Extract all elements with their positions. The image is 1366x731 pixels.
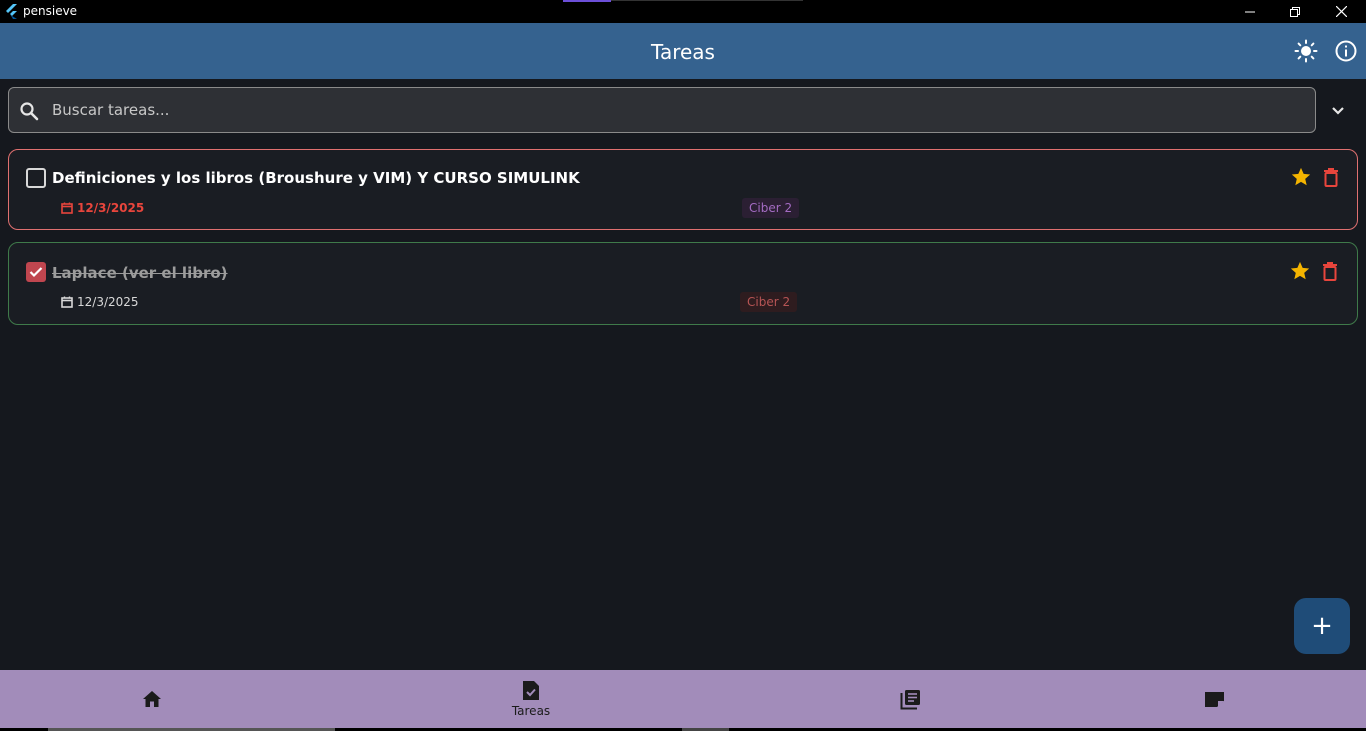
task-date-text: 12/3/2025 [77, 201, 145, 215]
note-icon [1204, 692, 1224, 707]
sun-icon [1294, 39, 1318, 63]
star-icon[interactable] [1290, 166, 1312, 188]
task-checkbox-checked[interactable] [26, 262, 46, 282]
restore-button[interactable] [1272, 0, 1318, 23]
task-date-text: 12/3/2025 [77, 295, 139, 309]
task-title: Definiciones y los libros (Broushure y V… [52, 169, 580, 187]
add-task-button[interactable]: + [1294, 598, 1350, 654]
home-icon [143, 691, 161, 707]
trash-icon[interactable] [1322, 167, 1340, 187]
flutter-logo-icon [6, 4, 17, 19]
search-box [8, 87, 1316, 133]
app-bar: Tareas [0, 23, 1366, 79]
titlebar-divider [611, 0, 803, 1]
restore-icon [1290, 6, 1300, 17]
nav-label-tareas: Tareas [511, 704, 551, 718]
info-button[interactable] [1334, 39, 1358, 63]
task-icon [523, 681, 539, 700]
task-card[interactable]: Laplace (ver el libro) 12/3/2025 Ciber 2 [8, 242, 1358, 325]
plus-icon: + [1311, 611, 1333, 641]
calendar-icon [61, 202, 73, 214]
trash-icon[interactable] [1321, 261, 1339, 281]
star-icon[interactable] [1289, 260, 1311, 282]
close-button[interactable] [1318, 0, 1364, 23]
minimize-icon [1245, 11, 1255, 12]
titlebar-accent [563, 0, 611, 2]
page-title: Tareas [651, 40, 715, 64]
info-icon [1335, 40, 1357, 62]
chevron-down-icon [1332, 107, 1344, 115]
minimize-button[interactable] [1227, 0, 1273, 23]
filter-expand-button[interactable] [1326, 100, 1350, 122]
nav-item-tareas[interactable]: Tareas [491, 670, 571, 728]
task-due-date: 12/3/2025 [61, 201, 144, 215]
nav-item-notes[interactable] [1174, 670, 1254, 728]
close-icon [1335, 6, 1347, 17]
search-icon [20, 102, 39, 121]
window-title: pensieve [23, 4, 78, 18]
task-due-date: 12/3/2025 [61, 295, 139, 309]
library-icon [900, 689, 920, 709]
nav-item-library[interactable] [870, 670, 950, 728]
nav-item-home[interactable] [112, 670, 192, 728]
task-tag: Ciber 2 [742, 198, 800, 218]
checkmark-icon [29, 267, 43, 278]
theme-toggle-button[interactable] [1294, 39, 1318, 63]
calendar-icon [61, 296, 73, 308]
task-card[interactable]: Definiciones y los libros (Broushure y V… [8, 149, 1358, 230]
task-title: Laplace (ver el libro) [52, 264, 228, 282]
task-tag: Ciber 2 [740, 292, 798, 312]
task-checkbox[interactable] [26, 168, 46, 188]
search-input[interactable] [52, 88, 1302, 132]
bottom-navigation: Tareas [0, 670, 1366, 728]
window-titlebar: pensieve [0, 0, 1366, 23]
